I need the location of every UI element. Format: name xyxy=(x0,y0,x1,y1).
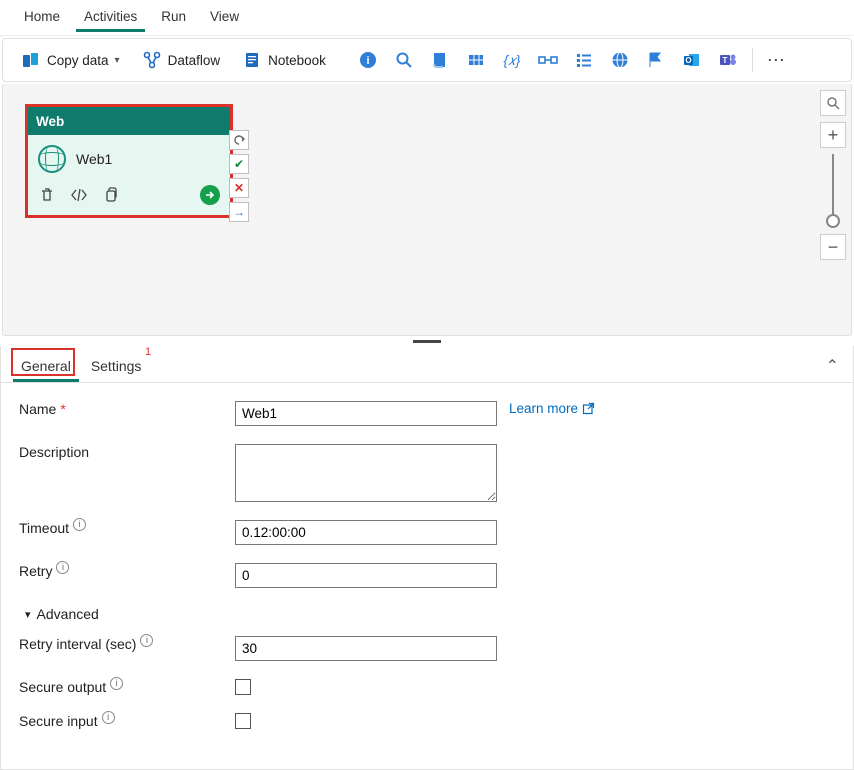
secure-output-checkbox[interactable] xyxy=(235,679,251,695)
info-icon[interactable]: i xyxy=(102,711,115,724)
more-icon[interactable]: ⋯ xyxy=(767,50,787,70)
tab-run[interactable]: Run xyxy=(149,3,198,32)
copy-data-button[interactable]: Copy data ▾ xyxy=(13,46,128,74)
svg-text:i: i xyxy=(366,55,369,67)
copy-icon[interactable] xyxy=(102,186,120,204)
pipeline-canvas[interactable]: Web Web1 ✔ ✕ → + − xyxy=(2,84,852,336)
retry-interval-label: Retry interval (sec) xyxy=(19,636,136,652)
external-link-icon xyxy=(582,402,595,415)
tab-view[interactable]: View xyxy=(198,3,251,32)
info-icon[interactable]: i xyxy=(56,561,69,574)
globe-icon[interactable] xyxy=(610,50,630,70)
activities-toolbar: Copy data ▾ Dataflow Notebook i {𝑥} O T … xyxy=(2,38,852,82)
description-input[interactable] xyxy=(235,444,497,502)
secure-input-checkbox[interactable] xyxy=(235,713,251,729)
activity-type-label: Web xyxy=(28,107,230,135)
name-input[interactable] xyxy=(235,401,497,426)
zoom-slider-handle[interactable] xyxy=(826,214,840,228)
tab-home[interactable]: Home xyxy=(12,3,72,32)
zoom-out-icon[interactable]: − xyxy=(820,234,846,260)
activity-detail-tabs: General Settings 1 ⌃ xyxy=(0,346,854,383)
copy-data-icon xyxy=(21,50,41,70)
node-failure-handle[interactable]: ✕ xyxy=(229,178,249,198)
outlook-icon[interactable]: O xyxy=(682,50,702,70)
top-tab-bar: Home Activities Run View xyxy=(0,0,854,36)
info-icon[interactable]: i xyxy=(358,50,378,70)
retry-label: Retry xyxy=(19,563,52,579)
dataflow-icon xyxy=(142,50,162,70)
learn-more-link[interactable]: Learn more xyxy=(509,401,595,416)
info-icon[interactable]: i xyxy=(110,677,123,690)
dataflow-button[interactable]: Dataflow xyxy=(134,46,229,74)
search-canvas-icon[interactable] xyxy=(820,90,846,116)
node-undo-icon[interactable] xyxy=(229,130,249,150)
zoom-slider[interactable] xyxy=(832,154,834,222)
name-label: Name xyxy=(19,401,56,417)
general-settings-form: Name * Learn more Description Timeout i R… xyxy=(0,383,854,770)
table-icon[interactable] xyxy=(466,50,486,70)
chevron-down-icon: ▾ xyxy=(115,55,120,66)
toolbar-separator xyxy=(752,48,753,72)
list-icon[interactable] xyxy=(574,50,594,70)
secure-input-label: Secure input xyxy=(19,713,98,729)
secure-output-label: Secure output xyxy=(19,679,106,695)
svg-text:O: O xyxy=(685,56,691,65)
retry-input[interactable] xyxy=(235,563,497,588)
svg-text:T: T xyxy=(722,56,727,65)
advanced-label: Advanced xyxy=(37,606,99,622)
pipeline-icon[interactable] xyxy=(538,50,558,70)
teams-icon[interactable]: T xyxy=(718,50,738,70)
copy-data-label: Copy data xyxy=(47,53,109,68)
zoom-in-icon[interactable]: + xyxy=(820,122,846,148)
description-label: Description xyxy=(19,444,89,460)
notebook-button[interactable]: Notebook xyxy=(234,46,334,74)
tutorial-step-marker: 1 xyxy=(145,346,151,358)
search-icon[interactable] xyxy=(394,50,414,70)
notebook-label: Notebook xyxy=(268,53,326,68)
info-icon[interactable]: i xyxy=(140,634,153,647)
run-activity-icon[interactable] xyxy=(200,185,220,205)
notebook-icon xyxy=(242,50,262,70)
script-icon[interactable] xyxy=(430,50,450,70)
learn-more-label: Learn more xyxy=(509,401,578,416)
tab-general[interactable]: General xyxy=(11,352,81,382)
web-activity-icon xyxy=(38,145,66,173)
flag-icon[interactable] xyxy=(646,50,666,70)
code-icon[interactable] xyxy=(70,186,88,204)
variable-icon[interactable]: {𝑥} xyxy=(502,50,522,70)
web-activity-node[interactable]: Web Web1 xyxy=(25,104,233,218)
tab-activities[interactable]: Activities xyxy=(72,3,149,32)
advanced-toggle[interactable]: ▾ Advanced xyxy=(25,606,835,622)
panel-resize-handle[interactable] xyxy=(0,336,854,346)
dataflow-label: Dataflow xyxy=(168,53,221,68)
retry-interval-input[interactable] xyxy=(235,636,497,661)
node-success-handle[interactable]: ✔ xyxy=(229,154,249,174)
info-icon[interactable]: i xyxy=(73,518,86,531)
canvas-zoom-controls: + − xyxy=(819,90,847,266)
activity-name: Web1 xyxy=(76,151,112,167)
required-marker: * xyxy=(60,401,65,417)
delete-icon[interactable] xyxy=(38,186,56,204)
chevron-down-icon: ▾ xyxy=(25,608,31,621)
timeout-label: Timeout xyxy=(19,520,69,536)
tab-settings[interactable]: Settings xyxy=(81,352,152,382)
collapse-panel-icon[interactable]: ⌃ xyxy=(826,356,839,376)
node-completion-handle[interactable]: → xyxy=(229,202,249,222)
timeout-input[interactable] xyxy=(235,520,497,545)
